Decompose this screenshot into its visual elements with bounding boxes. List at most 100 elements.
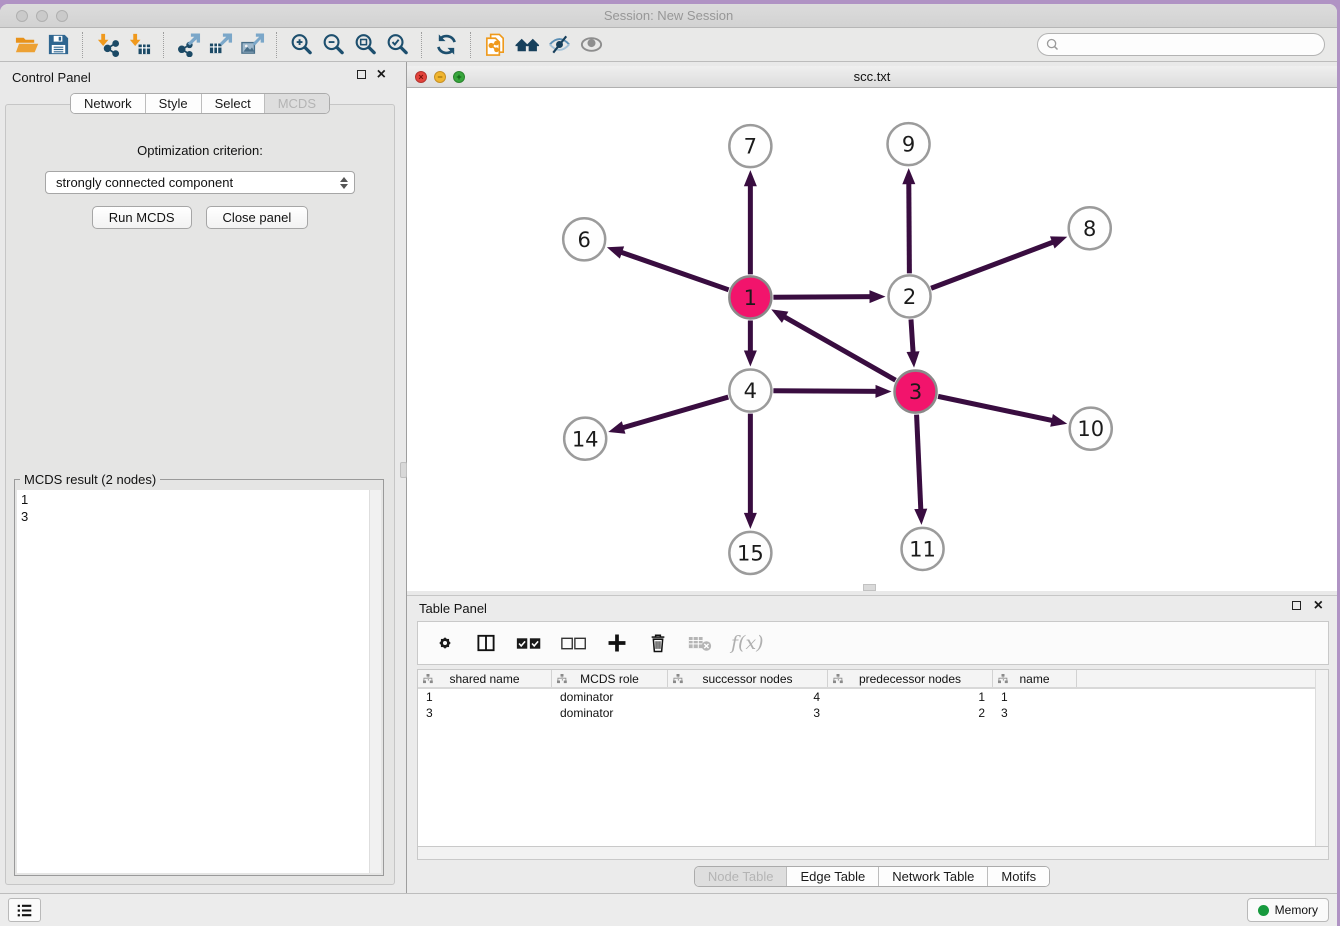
task-history-button[interactable]: [8, 898, 41, 922]
column-header-predecessor-nodes[interactable]: predecessor nodes: [828, 670, 993, 687]
export-image-button[interactable]: [236, 31, 268, 59]
column-header-successor-nodes[interactable]: successor nodes: [668, 670, 828, 687]
status-bar: Memory: [0, 893, 1337, 926]
vertical-splitter[interactable]: [400, 62, 407, 893]
hide-selected-button[interactable]: [543, 31, 575, 59]
split-columns-icon: [475, 632, 497, 654]
window-controls[interactable]: [16, 10, 68, 22]
node-table[interactable]: shared nameMCDS rolesuccessor nodesprede…: [417, 669, 1329, 847]
import-network-button[interactable]: [91, 31, 123, 59]
tab-network-table[interactable]: Network Table: [878, 867, 987, 886]
float-table-panel-button[interactable]: [1292, 601, 1301, 610]
table-cell[interactable]: 1: [993, 689, 1077, 705]
tab-select[interactable]: Select: [201, 94, 264, 113]
table-cell[interactable]: 3: [993, 705, 1077, 721]
memory-status-icon: [1258, 905, 1269, 916]
tab-motifs[interactable]: Motifs: [987, 867, 1049, 886]
select-all-columns-button[interactable]: [516, 636, 542, 651]
search-input[interactable]: [1064, 38, 1304, 52]
node-label-14: 14: [572, 426, 599, 451]
edge-2-8[interactable]: [931, 241, 1056, 288]
table-cell[interactable]: dominator: [552, 705, 668, 721]
edge-2-3[interactable]: [911, 319, 913, 355]
zoom-in-button[interactable]: [285, 31, 317, 59]
first-neighbors-button[interactable]: [511, 31, 543, 59]
close-panel-button[interactable]: ×: [377, 70, 386, 80]
table-cell[interactable]: 3: [668, 705, 828, 721]
maximize-window-button[interactable]: [56, 10, 68, 22]
column-edit-icon: [673, 674, 683, 684]
arrowhead-2-9: [902, 168, 915, 184]
close-panel-action-button[interactable]: Close panel: [206, 206, 309, 229]
column-header-MCDS-role[interactable]: MCDS role: [552, 670, 668, 687]
table-hscrollbar[interactable]: [417, 847, 1329, 860]
mcds-result-text[interactable]: 1 3: [17, 490, 369, 873]
table-cell[interactable]: 2: [828, 705, 993, 721]
table-scrollbar[interactable]: [1315, 670, 1328, 846]
arrowhead-1-4: [744, 351, 757, 367]
edge-1-6[interactable]: [618, 251, 728, 290]
tab-edge-table[interactable]: Edge Table: [786, 867, 878, 886]
network-window-controls[interactable]: × − +: [415, 71, 465, 83]
arrowhead-2-3: [907, 351, 920, 367]
node-label-2: 2: [903, 284, 916, 309]
column-header-name[interactable]: name: [993, 670, 1077, 687]
horizontal-splitter-handle[interactable]: [863, 584, 876, 591]
node-label-1: 1: [744, 285, 757, 310]
table-cell[interactable]: 4: [668, 689, 828, 705]
export-network-button[interactable]: [172, 31, 204, 59]
result-scrollbar[interactable]: [369, 490, 381, 873]
table-cell[interactable]: 1: [418, 689, 552, 705]
table-row[interactable]: 1dominator411: [418, 689, 1328, 705]
tab-mcds[interactable]: MCDS: [264, 94, 329, 113]
edge-3-11[interactable]: [917, 415, 921, 513]
float-panel-button[interactable]: [357, 70, 366, 79]
edge-4-3[interactable]: [773, 391, 879, 392]
run-mcds-button[interactable]: Run MCDS: [92, 206, 192, 229]
zoom-selected-button[interactable]: [381, 31, 413, 59]
close-table-panel-button[interactable]: ×: [1314, 601, 1323, 611]
import-table-button[interactable]: [123, 31, 155, 59]
zoom-fit-button[interactable]: [349, 31, 381, 59]
clone-network-button[interactable]: [479, 31, 511, 59]
zoom-out-button[interactable]: [317, 31, 349, 59]
table-cell[interactable]: 3: [418, 705, 552, 721]
edge-2-9[interactable]: [909, 180, 910, 273]
save-session-button[interactable]: [42, 31, 74, 59]
network-zoom-button[interactable]: +: [453, 71, 465, 83]
splitter-handle[interactable]: [400, 462, 407, 478]
column-header-shared-name[interactable]: shared name: [418, 670, 552, 687]
deselect-all-columns-button[interactable]: [561, 636, 587, 651]
search-field[interactable]: [1037, 33, 1325, 56]
table-cell[interactable]: dominator: [552, 689, 668, 705]
network-canvas[interactable]: 7968124314101511: [407, 88, 1337, 591]
add-column-button[interactable]: [606, 632, 628, 654]
edge-1-2[interactable]: [773, 297, 873, 298]
table-cell[interactable]: 1: [828, 689, 993, 705]
edge-3-10[interactable]: [938, 396, 1055, 421]
table-row[interactable]: 3dominator323: [418, 705, 1328, 721]
network-minimize-button[interactable]: −: [434, 71, 446, 83]
minimize-window-button[interactable]: [36, 10, 48, 22]
tab-node-table[interactable]: Node Table: [695, 867, 787, 886]
memory-button[interactable]: Memory: [1247, 898, 1329, 922]
close-window-button[interactable]: [16, 10, 28, 22]
mcds-result-title: MCDS result (2 nodes): [20, 472, 160, 487]
criterion-dropdown[interactable]: strongly connected component: [45, 171, 355, 194]
eye-icon: [579, 32, 604, 57]
edge-3-1[interactable]: [782, 315, 896, 380]
split-columns-button[interactable]: [475, 632, 497, 654]
import-network-icon: [95, 32, 120, 57]
refresh-layout-button[interactable]: [430, 31, 462, 59]
export-table-button[interactable]: [204, 31, 236, 59]
clone-network-icon: [483, 32, 508, 57]
show-all-button[interactable]: [575, 31, 607, 59]
open-folder-icon: [14, 32, 39, 57]
delete-column-button[interactable]: [647, 632, 669, 654]
table-settings-button[interactable]: [434, 632, 456, 654]
edge-4-14[interactable]: [620, 397, 728, 429]
network-close-button[interactable]: ×: [415, 71, 427, 83]
tab-style[interactable]: Style: [145, 94, 201, 113]
tab-network[interactable]: Network: [71, 94, 145, 113]
open-session-button[interactable]: [10, 31, 42, 59]
